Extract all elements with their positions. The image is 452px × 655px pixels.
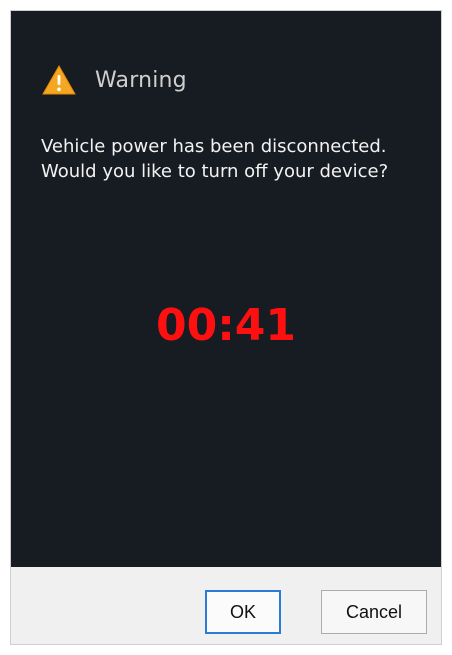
dialog-content: Warning Vehicle power has been disconnec… [11,11,441,569]
dialog-header: Warning [41,63,187,97]
power-warning-dialog: Warning Vehicle power has been disconnec… [10,10,442,645]
warning-icon [41,64,77,96]
message-line: Vehicle power has been disconnected. [41,136,387,157]
warning-icon [42,64,76,95]
dialog-message: Vehicle power has been disconnected. Wou… [41,134,436,184]
dialog-title: Warning [95,67,187,93]
dialog-footer: OK Cancel [11,567,441,644]
message-line: Would you like to turn off your device? [41,161,389,182]
countdown-timer: 00:41 [155,300,297,351]
ok-button[interactable]: OK [205,590,281,634]
cancel-button[interactable]: Cancel [321,590,427,634]
